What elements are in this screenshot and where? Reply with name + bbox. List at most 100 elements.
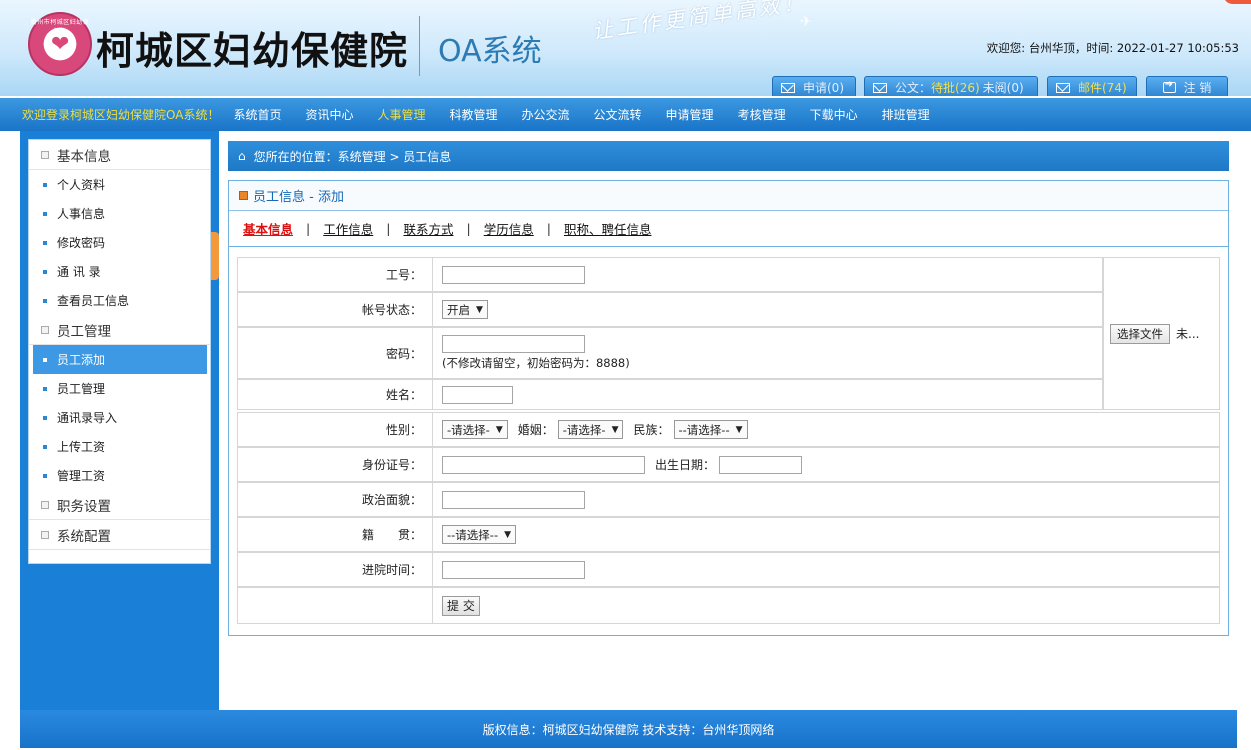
sidebar-item-label: 个人资料 [57,178,106,192]
apply-label: 申请(0) [803,81,844,95]
submit-cell: 提 交 [442,588,480,623]
sidebar-item[interactable]: 人事信息 [29,199,210,228]
breadcrumb: ⌂ 您所在的位置：系统管理 > 员工信息 [228,141,1229,171]
form-tabs: 基本信息 | 工作信息 | 联系方式 | 学历信息 | 职称、聘任信息 [229,211,1228,247]
hospital-title: 柯城区妇幼保健院 [96,28,409,73]
ethnicity-value: --请选择-- [678,422,730,437]
sidebar-item[interactable]: 个人资料 [29,170,210,199]
bullet-icon [43,415,47,420]
nav-item[interactable]: 人事管理 [377,106,425,123]
nav-item[interactable]: 申请管理 [666,106,714,123]
row-gender: 性别： -请选择- ▼ 婚姻： -请选择- ▼ 民族： --请选择-- ▼ [237,412,1220,447]
tab-separator: | [466,221,471,236]
join-date-label: 进院时间： [238,553,433,586]
sidebar-item-label: 员工管理 [57,382,106,396]
sidebar-item[interactable]: 查看员工信息 [29,286,210,315]
ethnicity-label: 民族： [633,423,670,437]
sidebar-collapse-handle[interactable] [211,232,219,280]
sidebar-item[interactable]: 修改密码 [29,228,210,257]
form-tab[interactable]: 基本信息 [243,219,293,238]
sidebar-item[interactable]: 员工添加 [33,345,207,374]
sidebar-item-label: 上传工资 [57,440,106,454]
nav-item[interactable]: 资讯中心 [305,106,353,123]
sidebar-item[interactable]: 上传工资 [29,432,210,461]
documents-pending[interactable]: 待批(26) [931,79,980,96]
dropdown-arrow-icon: ▼ [476,304,483,315]
form-tab[interactable]: 学历信息 [484,219,534,238]
dropdown-arrow-icon: ▼ [735,424,743,435]
gender-label: 性别： [238,413,433,446]
nav-item[interactable]: 下载中心 [810,106,858,123]
home-icon[interactable]: ⌂ [238,149,246,163]
sidebar-item[interactable]: 员工管理 [29,374,210,403]
status-select[interactable]: 开启 ▼ [442,300,488,319]
status-label: 帐号状态： [238,293,433,326]
sidebar: 基本信息 个人资料 人事信息 修改密码通 讯 录查看员工信息 员工管理 员工添加 员工管理通… [28,139,211,564]
mail-button[interactable]: 邮件(74) [1047,76,1137,96]
nav-item[interactable]: 科教管理 [450,106,498,123]
submit-button[interactable]: 提 交 [442,595,480,616]
gender-select[interactable]: -请选择- ▼ [442,420,508,439]
form-tab[interactable]: 联系方式 [403,219,453,238]
bullet-icon [43,211,47,216]
id-card-input[interactable] [442,455,645,474]
political-label: 政治面貌： [238,483,433,516]
job-no-label: 工号： [238,258,433,291]
job-no-input[interactable] [442,265,585,284]
job-no-cell [442,258,585,291]
sidebar-section-header[interactable]: 基本信息 [29,140,210,170]
tab-separator: | [386,221,391,236]
bullet-icon [43,269,47,274]
nav-item[interactable]: 系统首页 [233,106,281,123]
row-political: 政治面貌： [237,482,1220,517]
name-input[interactable] [442,385,513,404]
password-cell: (不修改请留空，初始密码为：8888) [442,328,630,378]
join-date-cell [442,553,585,586]
password-input[interactable] [442,335,585,353]
sidebar-section-title: 基本信息 [57,148,111,165]
sidebar-section-header[interactable]: 员工管理 [29,315,210,345]
nav-item[interactable]: 考核管理 [738,106,786,123]
collapse-square-icon [41,150,49,159]
row-submit: 提 交 [237,587,1220,624]
native-select[interactable]: --请选择-- ▼ [442,525,517,544]
sidebar-item-label: 查看员工信息 [57,294,130,308]
nav-item[interactable]: 排班管理 [882,106,930,123]
documents-unread[interactable]: 未阅(0) [983,79,1024,96]
dropdown-arrow-icon: ▼ [504,529,512,540]
sidebar-item[interactable]: 通 讯 录 [29,257,210,286]
logout-button[interactable]: 注 销 [1146,76,1228,96]
form-tab[interactable]: 工作信息 [323,219,373,238]
system-title: OA系统 [438,34,542,69]
panel-title-text: 员工信息 - 添加 [253,190,344,205]
mail-label: 邮件(74) [1078,81,1127,95]
sidebar-section-header[interactable]: 系统配置 [29,520,210,550]
sidebar-item-label: 通 讯 录 [57,265,101,279]
marriage-value: -请选择- [562,422,606,437]
sidebar-item[interactable]: 通讯录导入 [29,403,210,432]
form-tab[interactable]: 职称、聘任信息 [564,219,652,238]
nav-welcome: 欢迎登录柯城区妇幼保健院OA系统！ [22,108,220,122]
sidebar-section-header[interactable]: 职务设置 [29,490,210,520]
birthday-input[interactable] [719,455,803,474]
sidebar-item-label: 人事信息 [57,207,106,221]
footer: 版权信息：柯城区妇幼保健院 技术支持：台州华顶网络 [20,710,1237,748]
marriage-select[interactable]: -请选择- ▼ [557,420,624,439]
join-date-input[interactable] [442,560,585,579]
nav-item[interactable]: 办公交流 [522,106,570,123]
bullet-icon [43,444,47,449]
documents-button[interactable]: 公文： 待批(26) 未阅(0) [864,76,1038,96]
header: 衢州市柯城区妇幼保健院 ❤ 柯城区妇幼保健院 OA系统 让工作更简单高效！ ✈ … [0,0,1251,96]
ethnicity-select[interactable]: --请选择-- ▼ [673,420,748,439]
panel-title-icon [239,191,248,200]
collapse-square-icon [41,530,49,539]
file-status: 未... [1176,327,1200,341]
sidebar-section-title: 职务设置 [57,498,111,515]
nav-item[interactable]: 公文流转 [594,106,642,123]
apply-button[interactable]: 申请(0) [772,76,856,96]
mail-icon [781,82,795,93]
dropdown-arrow-icon: ▼ [611,424,619,435]
sidebar-item[interactable]: 管理工资 [29,461,210,490]
political-input[interactable] [442,490,585,509]
choose-file-button[interactable]: 选择文件 [1110,323,1170,344]
